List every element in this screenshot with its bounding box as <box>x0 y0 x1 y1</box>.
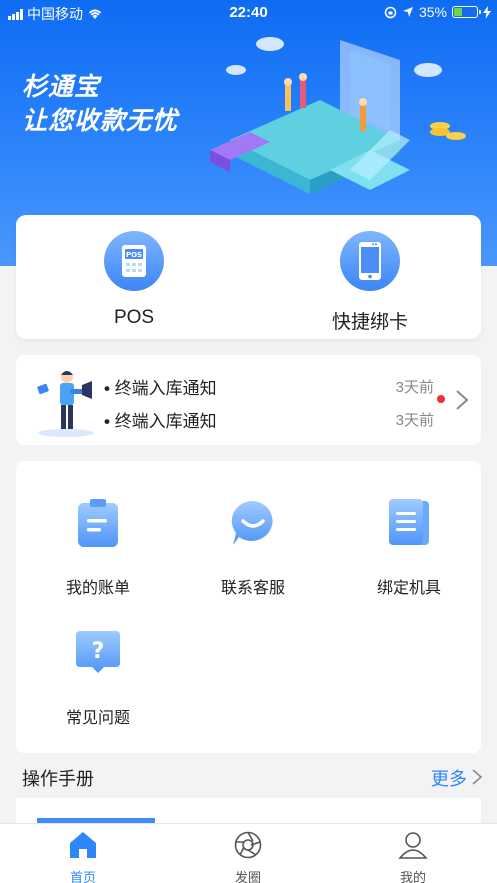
battery-icon <box>452 6 481 18</box>
banner-slogan: 杉通宝 让您收款无忧 <box>22 70 178 138</box>
isometric-illustration <box>210 37 466 194</box>
unread-dot <box>437 395 445 403</box>
manual-more-link[interactable]: 更多 <box>431 765 467 791</box>
home-icon <box>70 832 96 858</box>
service-faq-button[interactable]: ? 常见问题 <box>33 627 163 728</box>
quick-actions-card: POS POS 快捷绑卡 <box>16 215 481 339</box>
question-icon: ? <box>76 631 120 673</box>
quick-pos-button[interactable]: POS POS <box>74 231 194 329</box>
chevron-right-icon[interactable] <box>471 768 483 786</box>
user-icon <box>398 832 428 859</box>
service-support-button[interactable]: 联系客服 <box>188 497 318 598</box>
quick-bind-card-button[interactable]: 快捷绑卡 <box>310 231 430 334</box>
services-grid: 我的账单 联系客服 绑定机具 ? 常见问题 <box>16 461 481 753</box>
tab-home[interactable]: 首页 <box>43 830 123 883</box>
tab-home-label: 首页 <box>69 870 96 883</box>
tab-mine[interactable]: 我的 <box>373 830 453 883</box>
quick-bind-card-label: 快捷绑卡 <box>331 312 408 333</box>
device-icon <box>389 499 429 545</box>
lock-rotation-icon <box>384 6 397 18</box>
quick-pos-label: POS <box>113 307 155 328</box>
bill-icon <box>78 499 118 547</box>
manual-title: 操作手册 <box>22 769 94 789</box>
notice-item[interactable]: 终端入库通知 3天前 <box>104 407 434 431</box>
aperture-icon <box>234 831 262 859</box>
location-icon <box>402 7 413 17</box>
tab-moments-label: 发圈 <box>234 870 261 883</box>
notice-time: 3天前 <box>395 378 434 396</box>
manual-header: 操作手册 更多 <box>0 760 497 792</box>
announcer-icon <box>37 371 94 437</box>
service-bind-device-button[interactable]: 绑定机具 <box>344 497 474 598</box>
charging-icon <box>483 5 491 19</box>
service-faq-label: 常见问题 <box>65 710 130 727</box>
tab-bar: 首页 发圈 我的 <box>0 823 497 883</box>
banner-line2: 让您收款无忧 <box>22 107 179 135</box>
pos-icon: POS <box>104 231 164 291</box>
phone-icon <box>340 231 400 291</box>
notice-text: 终端入库通知 <box>104 374 396 399</box>
service-support-label: 联系客服 <box>220 580 285 597</box>
notice-item[interactable]: 终端入库通知 3天前 <box>104 374 434 398</box>
svg-text:POS: POS <box>126 251 142 259</box>
tab-moments[interactable]: 发圈 <box>208 830 288 883</box>
battery-percent: 35% <box>418 4 447 20</box>
service-bill-button[interactable]: 我的账单 <box>33 497 163 598</box>
svg-text:?: ? <box>92 639 105 664</box>
banner-line1: 杉通宝 <box>22 73 101 101</box>
notice-card[interactable]: 终端入库通知 3天前 终端入库通知 3天前 <box>16 355 481 445</box>
notice-time: 3天前 <box>395 411 434 429</box>
service-bill-label: 我的账单 <box>65 580 130 597</box>
notice-text: 终端入库通知 <box>104 407 396 432</box>
chevron-right-icon[interactable] <box>454 389 470 411</box>
status-bar: 中国移动 22:40 35% <box>0 0 497 26</box>
tab-mine-label: 我的 <box>399 870 426 883</box>
chat-icon <box>231 500 273 545</box>
service-bind-device-label: 绑定机具 <box>376 580 441 597</box>
